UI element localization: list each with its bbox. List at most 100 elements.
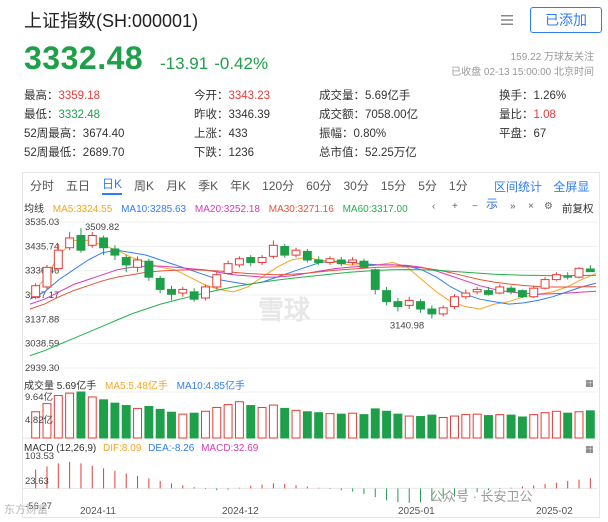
y-tick-label: 3535.03 <box>25 217 59 228</box>
candle-body <box>31 285 41 298</box>
candle-body <box>302 250 312 261</box>
volume-bar <box>99 399 109 439</box>
candle-body <box>382 290 392 303</box>
candle-body <box>517 290 527 298</box>
volume-bar <box>563 412 573 439</box>
volume-bar <box>110 402 120 439</box>
candle-body <box>234 258 244 266</box>
candle-body <box>268 244 278 257</box>
candle-body <box>87 234 97 246</box>
volume-bar <box>189 412 199 439</box>
x-tick-label: 2025-01 <box>398 506 435 517</box>
volume-bar <box>483 415 493 439</box>
candle-body <box>99 237 109 249</box>
candle-body <box>144 260 154 278</box>
candle-body <box>563 275 573 278</box>
volume-bar <box>53 395 63 439</box>
candle-body <box>336 259 346 265</box>
volume-bar <box>370 408 380 439</box>
candle-body <box>178 288 188 294</box>
volume-bar <box>133 407 143 439</box>
candle-body <box>450 296 459 308</box>
volume-bar <box>268 404 278 439</box>
candle-body <box>359 260 369 268</box>
candle-body <box>495 286 505 294</box>
volume-bar <box>506 414 516 439</box>
volume-bar <box>472 413 482 439</box>
volume-bar <box>200 410 210 439</box>
volume-bar <box>416 416 426 439</box>
volume-bar <box>348 412 358 439</box>
candle-body <box>529 287 539 298</box>
candle-body <box>404 299 414 306</box>
volume-bar <box>212 406 222 439</box>
volume-bar <box>495 414 505 439</box>
volume-bar <box>427 414 437 439</box>
volume-bar <box>438 416 448 439</box>
candle-body <box>212 274 222 288</box>
volume-bar <box>167 411 176 439</box>
volume-bar <box>223 404 233 439</box>
volume-y-tick: 4.82亿 <box>25 414 53 426</box>
candle-body <box>370 269 380 290</box>
candle-body <box>155 277 165 290</box>
candle-body <box>110 248 120 256</box>
candle-body <box>291 249 301 256</box>
y-tick-label: 3038.59 <box>25 339 59 350</box>
candle-body <box>280 246 290 256</box>
volume-bar <box>540 412 550 439</box>
volume-bar <box>291 409 301 439</box>
y-tick-label: 3137.88 <box>25 314 59 325</box>
volume-bar <box>144 406 154 439</box>
volume-bar <box>382 410 392 439</box>
candle-body <box>189 291 199 300</box>
xueqiu-logo-watermark: 雪球 <box>258 295 311 325</box>
candle-body <box>416 301 426 310</box>
candle-body <box>314 259 324 263</box>
candle-body <box>325 258 335 263</box>
volume-bar <box>234 401 244 439</box>
candle-body <box>540 279 550 289</box>
candle-body <box>133 259 143 268</box>
candle-body <box>472 288 482 293</box>
candle-body <box>76 234 86 251</box>
candle-body <box>53 249 63 270</box>
candle-body <box>585 268 595 273</box>
volume-bar <box>257 406 267 439</box>
volume-bar <box>76 391 86 439</box>
volume-bar <box>574 411 584 439</box>
volume-bar <box>325 413 335 439</box>
candle-body <box>348 259 358 263</box>
volume-bar <box>517 416 527 439</box>
volume-bar <box>359 414 369 439</box>
volume-bar <box>336 413 346 439</box>
x-tick-label: 2024-11 <box>80 506 116 517</box>
candle-body <box>393 301 403 308</box>
candle-body <box>42 266 52 288</box>
candle-body <box>223 263 233 274</box>
volume-bar <box>314 412 324 439</box>
candle-body <box>461 292 471 298</box>
volume-y-tick: 9.64亿 <box>25 391 53 403</box>
y-tick-label: 2939.30 <box>25 363 59 374</box>
candle-body <box>167 288 176 295</box>
candle-body <box>551 274 561 281</box>
candlestick-chart[interactable]: 3535.033435.743336.463237.173137.883038.… <box>0 0 608 522</box>
candle-body <box>506 287 516 293</box>
x-tick-label: 2025-02 <box>536 506 573 517</box>
volume-bar <box>121 405 131 439</box>
candle-body <box>246 257 256 263</box>
volume-bar <box>461 414 471 439</box>
ma-line-ma60 <box>29 269 596 357</box>
volume-bar <box>529 414 539 439</box>
macd-y-tick: 103.53 <box>25 451 54 462</box>
candle-body <box>121 257 131 266</box>
low-annotation: 3140.98 <box>390 321 424 332</box>
volume-bar <box>404 415 414 439</box>
volume-bar <box>393 413 403 439</box>
high-annotation: 3509.82 <box>85 222 119 233</box>
volume-bar <box>302 411 312 439</box>
candle-body <box>574 267 584 278</box>
candle-body <box>438 307 448 315</box>
candle-body <box>65 237 75 249</box>
